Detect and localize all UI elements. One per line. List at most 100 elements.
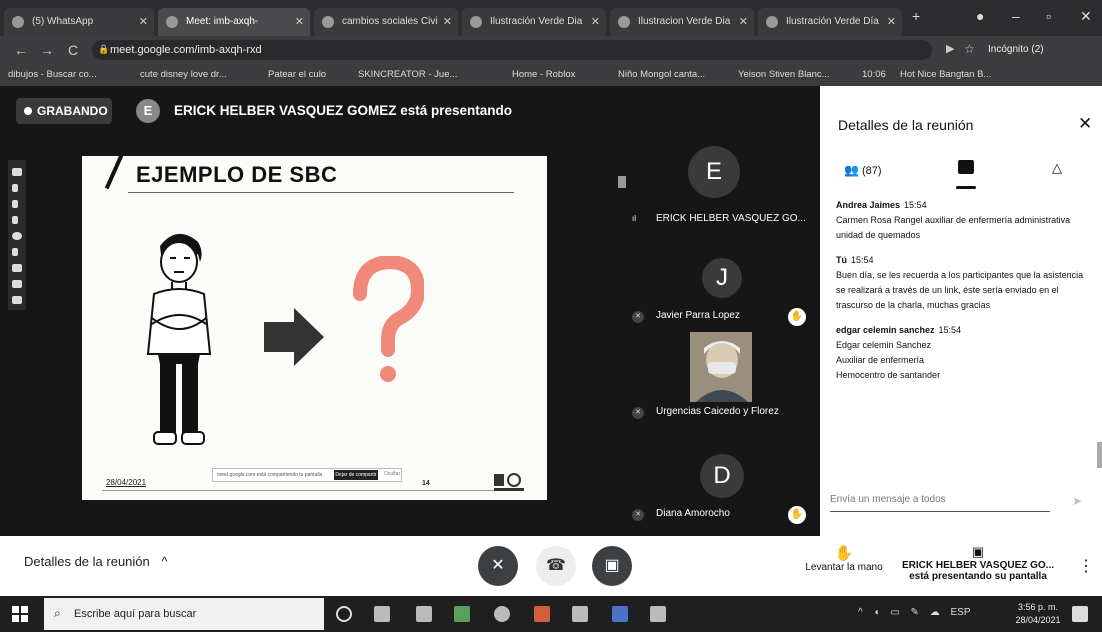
meet-icon xyxy=(166,16,178,28)
raised-hand-icon: ✋ xyxy=(788,506,806,524)
volume-icon[interactable]: ◖ xyxy=(873,607,879,618)
meeting-details-button[interactable]: Detalles de la reunión ^ xyxy=(24,554,167,569)
maximize-icon[interactable]: ▫ xyxy=(1046,8,1051,24)
cortana-icon[interactable] xyxy=(336,606,352,622)
close-tab-icon[interactable]: ✕ xyxy=(139,15,148,28)
message-body: Buen día, se les recuerda a los particip… xyxy=(836,270,1084,310)
eraser-icon[interactable] xyxy=(12,264,22,272)
taskbar-clock[interactable]: 3:56 p. m. 28/04/2021 xyxy=(1008,601,1068,627)
pen-icon[interactable] xyxy=(12,184,18,192)
tab-ilustracion-1[interactable]: Ilustración Verde Dia ✕ xyxy=(462,8,606,36)
highlighter-icon[interactable] xyxy=(12,216,18,224)
new-tab-button[interactable]: + xyxy=(912,8,920,24)
tab-cambios-sociales[interactable]: cambios sociales Civi ✕ xyxy=(314,8,458,36)
bookmark-item[interactable]: SKINCREATOR - Jue... xyxy=(358,69,457,80)
presenter-avatar: E xyxy=(136,99,160,123)
photos-icon[interactable] xyxy=(650,606,666,622)
bookmark-item[interactable]: Home - Roblox xyxy=(512,69,575,80)
file-explorer-icon[interactable] xyxy=(416,606,432,622)
hide-notice-button[interactable]: Ocultar xyxy=(384,471,400,477)
powerpoint-icon[interactable] xyxy=(534,606,550,622)
pen-workspace-icon[interactable]: ✎ xyxy=(911,607,919,618)
message-sender: Andrea Jaimes xyxy=(836,200,901,210)
presentation-status-button[interactable]: ▣ ERICK HELBER VASQUEZ GO... está presen… xyxy=(898,544,1058,582)
clear-icon[interactable] xyxy=(12,296,22,304)
google-icon xyxy=(322,16,334,28)
tab-ilustracion-2[interactable]: Ilustracion Verde Dia ✕ xyxy=(610,8,754,36)
color-icon[interactable] xyxy=(12,232,22,240)
chat-scrollbar[interactable] xyxy=(1097,442,1102,468)
tab-ilustracion-3[interactable]: Ilustración Verde Día ✕ xyxy=(758,8,902,36)
app-icon[interactable] xyxy=(572,606,588,622)
bookmark-item[interactable]: Patear el culo xyxy=(268,69,326,80)
profile-indicator-icon[interactable]: ● xyxy=(976,8,984,24)
microphone-toggle-button[interactable]: ✕ xyxy=(478,546,518,586)
canva-icon xyxy=(470,16,482,28)
close-window-icon[interactable]: ✕ xyxy=(1080,8,1092,25)
tab-whatsapp[interactable]: (5) WhatsApp ✕ xyxy=(4,8,154,36)
incognito-badge[interactable]: Incógnito (2) xyxy=(988,44,1044,55)
chrome-icon[interactable] xyxy=(494,606,510,622)
onedrive-icon[interactable]: ☁ xyxy=(930,607,940,618)
language-indicator[interactable]: ESP xyxy=(951,607,971,618)
taskbar-search-field[interactable]: ⌕ Escribe aquí para buscar xyxy=(44,598,324,630)
undo-icon[interactable] xyxy=(12,280,22,288)
network-icon[interactable]: ▭ xyxy=(890,607,899,618)
marker-icon[interactable] xyxy=(12,200,18,208)
reload-icon[interactable]: C xyxy=(68,42,78,58)
tab-people[interactable]: 👥 (87) xyxy=(844,163,882,177)
cast-icon[interactable]: ▶ xyxy=(946,42,954,55)
bookmark-item[interactable]: 10:06 xyxy=(862,69,886,80)
activities-icon[interactable]: △ xyxy=(1052,160,1062,176)
minimize-icon[interactable]: – xyxy=(1012,8,1020,24)
title-underline xyxy=(128,192,514,193)
chat-icon[interactable] xyxy=(958,160,974,174)
send-icon[interactable]: ➤ xyxy=(1072,494,1082,508)
message-body-line: Hemocentro de santander xyxy=(836,370,941,380)
slide-page-number: 14 xyxy=(422,480,430,487)
more-options-icon[interactable]: ⋮ xyxy=(1078,556,1094,576)
close-tab-icon[interactable]: ✕ xyxy=(591,15,600,28)
participant-video xyxy=(690,332,752,402)
windows-start-icon[interactable] xyxy=(12,606,28,622)
camera-off-icon: ▣ xyxy=(604,557,620,574)
close-tab-icon[interactable]: ✕ xyxy=(295,15,304,28)
bookmark-item[interactable]: dibujos - Buscar co... xyxy=(8,69,97,80)
chat-message: Tú 15:54 Buen día, se les recuerda a los … xyxy=(836,253,1086,313)
excel-icon[interactable] xyxy=(454,606,470,622)
participant-name: Urgencias Caicedo y Florez xyxy=(656,406,779,417)
forward-icon[interactable]: → xyxy=(40,42,54,58)
bookmark-item[interactable]: cute disney love dr... xyxy=(140,69,227,80)
mic-off-icon: ✕ xyxy=(491,557,505,574)
tab-meet[interactable]: Meet: imb-axqh- ✕ xyxy=(158,8,310,36)
task-view-icon[interactable] xyxy=(374,606,390,622)
close-tab-icon[interactable]: ✕ xyxy=(443,15,452,28)
camera-toggle-button[interactable]: ▣ xyxy=(592,546,632,586)
chat-input[interactable]: Envía un mensaje a todos xyxy=(830,494,1050,512)
close-tab-icon[interactable]: ✕ xyxy=(739,15,748,28)
participant-tile[interactable]: E ıl ERICK HELBER VASQUEZ GO... xyxy=(618,140,806,260)
raise-hand-button[interactable]: ✋ Levantar la mano xyxy=(798,544,890,573)
bookmark-item[interactable]: Niño Mongol canta... xyxy=(618,69,705,80)
message-time: 15:54 xyxy=(851,255,874,265)
tray-overflow-icon[interactable]: ^ xyxy=(858,607,863,618)
bookmark-item[interactable]: Hot Nice Bangtan B... xyxy=(900,69,991,80)
word-icon[interactable] xyxy=(612,606,628,622)
back-icon[interactable]: ← xyxy=(14,42,28,58)
participant-avatar: E xyxy=(688,146,740,198)
participant-avatar: D xyxy=(700,454,744,498)
pointer-icon[interactable] xyxy=(12,168,22,176)
url-field[interactable]: 🔒 meet.google.com/imb-axqh-rxd xyxy=(92,40,932,60)
stop-sharing-button[interactable]: Dejar de compartir xyxy=(334,470,378,480)
leave-call-button[interactable]: ☎ xyxy=(536,546,576,586)
title-slash-decoration xyxy=(104,154,124,190)
notification-center-icon[interactable] xyxy=(1072,606,1088,622)
close-panel-icon[interactable]: ✕ xyxy=(1078,114,1092,134)
pin-icon[interactable] xyxy=(618,176,626,188)
panel-title: Detalles de la reunión xyxy=(838,117,974,133)
bookmark-star-icon[interactable]: ☆ xyxy=(964,42,975,56)
close-tab-icon[interactable]: ✕ xyxy=(887,15,896,28)
line-icon[interactable] xyxy=(12,248,18,256)
participant-tile[interactable]: ✕ Urgencias Caicedo y Florez xyxy=(618,332,804,452)
bookmark-item[interactable]: Yeison Stiven Blanc... xyxy=(738,69,830,80)
